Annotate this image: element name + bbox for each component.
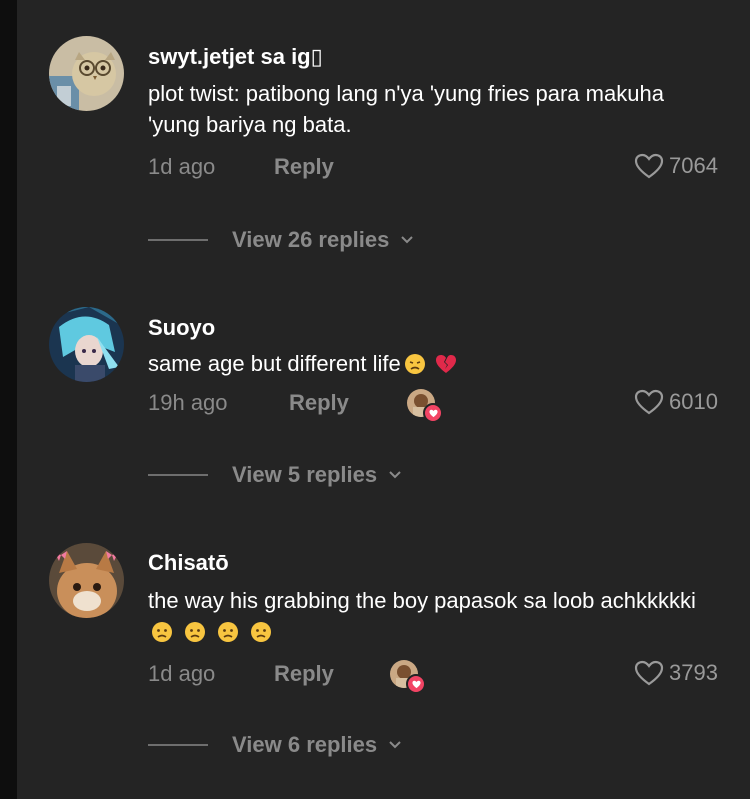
- broken-heart-emoji: [435, 355, 456, 373]
- timestamp: 1d ago: [148, 661, 216, 686]
- avatar[interactable]: [49, 307, 124, 382]
- worried-face-emoji: [152, 622, 172, 642]
- comments-panel: swyt.jetjet sa ig▯ plot twist: patibong …: [17, 0, 750, 799]
- view-replies-button[interactable]: View 6 replies: [148, 732, 403, 758]
- divider: [148, 744, 208, 746]
- view-replies-label: View 5 replies: [232, 462, 378, 487]
- like-button[interactable]: 6010: [633, 388, 718, 416]
- divider: [148, 474, 208, 476]
- worried-face-emoji: [185, 622, 205, 642]
- chevron-down-icon: [401, 236, 414, 244]
- like-button[interactable]: 7064: [633, 152, 718, 180]
- heart-outline-icon: [633, 388, 665, 416]
- username[interactable]: Chisatō: [148, 550, 229, 576]
- like-button[interactable]: 3793: [633, 659, 718, 687]
- reply-button[interactable]: Reply: [274, 154, 334, 180]
- username[interactable]: Suoyo: [148, 315, 215, 341]
- heart-outline-icon: [633, 152, 665, 180]
- timestamp: 1d ago: [148, 154, 216, 179]
- worried-face-emoji: [251, 622, 271, 642]
- creator-liked-badge: [407, 389, 443, 423]
- like-count: 3793: [669, 660, 718, 685]
- worried-face-emoji: [218, 622, 238, 642]
- like-count: 6010: [669, 389, 718, 414]
- reply-button[interactable]: Reply: [289, 390, 349, 416]
- avatar[interactable]: [49, 543, 124, 618]
- chevron-down-icon: [389, 471, 401, 479]
- heart-outline-icon: [633, 659, 665, 687]
- heart-icon: [406, 674, 426, 694]
- view-replies-label: View 26 replies: [232, 227, 390, 252]
- avatar[interactable]: [49, 36, 124, 111]
- disappointed-face-emoji: [404, 354, 425, 374]
- view-replies-label: View 6 replies: [232, 732, 378, 757]
- username[interactable]: swyt.jetjet sa ig▯: [148, 44, 323, 70]
- creator-liked-badge: [390, 660, 426, 694]
- comment-text: same age but different life: [148, 348, 718, 379]
- like-count: 7064: [669, 153, 718, 178]
- view-replies-button[interactable]: View 5 replies: [148, 462, 403, 488]
- view-replies-button[interactable]: View 26 replies: [148, 227, 415, 253]
- chevron-down-icon: [389, 741, 401, 749]
- reply-button[interactable]: Reply: [274, 661, 334, 687]
- heart-icon: [423, 403, 443, 423]
- comment-text: plot twist: patibong lang n'ya 'yung fri…: [148, 81, 664, 137]
- divider: [148, 239, 208, 241]
- left-edge-strip: [0, 0, 17, 799]
- timestamp: 19h ago: [148, 390, 228, 415]
- comment-text-content: the way his grabbing the boy papasok sa …: [148, 588, 696, 613]
- comment-text: the way his grabbing the boy papasok sa …: [148, 585, 718, 647]
- comment-text-content: same age but different life: [148, 351, 401, 376]
